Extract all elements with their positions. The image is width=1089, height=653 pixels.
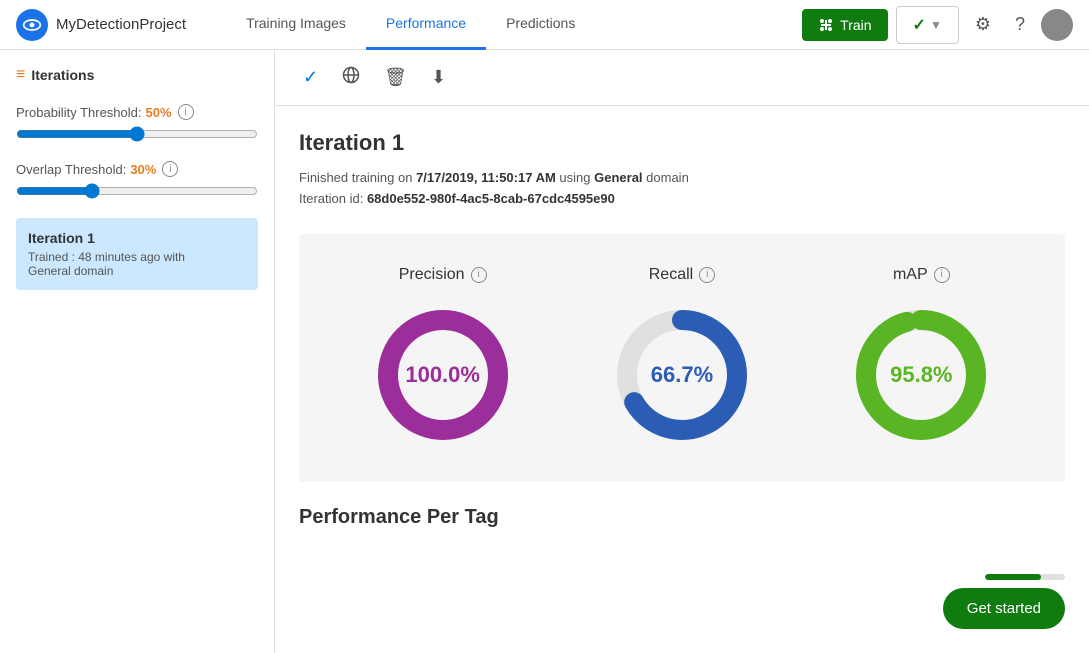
layers-icon: ≡ bbox=[16, 66, 25, 84]
get-started-container: Get started bbox=[943, 574, 1065, 629]
tab-performance[interactable]: Performance bbox=[366, 0, 486, 50]
settings-button[interactable]: ⚙ bbox=[967, 6, 999, 43]
header-actions: Train ✓ ▼ ⚙ ? bbox=[802, 6, 1073, 44]
map-value: 95.8% bbox=[890, 362, 952, 388]
app-logo-icon bbox=[16, 9, 48, 41]
delete-icon[interactable]: 🗑 bbox=[380, 63, 411, 92]
overlap-threshold-slider[interactable] bbox=[16, 183, 258, 199]
probability-threshold-section: Probability Threshold: 50% i bbox=[16, 104, 258, 145]
probability-threshold-label: Probability Threshold: 50% i bbox=[16, 104, 258, 120]
iteration-list-item[interactable]: Iteration 1 Trained : 48 minutes ago wit… bbox=[16, 218, 258, 290]
settings-icon: ⚙ bbox=[975, 14, 991, 34]
nav-tabs: Training Images Performance Predictions bbox=[226, 0, 802, 50]
map-title: mAP i bbox=[893, 266, 950, 284]
recall-info-icon[interactable]: i bbox=[699, 267, 715, 283]
overlap-threshold-label: Overlap Threshold: 30% i bbox=[16, 161, 258, 177]
user-avatar[interactable] bbox=[1041, 9, 1073, 41]
iteration-detail: Iteration 1 Finished training on 7/17/20… bbox=[275, 106, 1089, 553]
iteration-detail-title: Iteration 1 bbox=[299, 130, 1065, 156]
publish-icon[interactable]: ✓ bbox=[299, 63, 322, 92]
perf-per-tag-title: Performance Per Tag bbox=[299, 506, 1065, 529]
main-layout: ≡ Iterations Probability Threshold: 50% … bbox=[0, 50, 1089, 653]
project-name: MyDetectionProject bbox=[56, 16, 186, 33]
overlap-threshold-section: Overlap Threshold: 30% i bbox=[16, 161, 258, 202]
get-started-progress-fill bbox=[985, 574, 1041, 580]
logo-area: MyDetectionProject bbox=[16, 9, 186, 41]
precision-card: Precision i 100.0% bbox=[368, 266, 518, 450]
probability-threshold-slider[interactable] bbox=[16, 126, 258, 142]
iterations-label: Iterations bbox=[31, 67, 94, 83]
overlap-threshold-value: 30% bbox=[130, 162, 156, 177]
metrics-row: Precision i 100.0% bbox=[323, 266, 1041, 450]
globe-icon[interactable] bbox=[338, 62, 364, 93]
precision-donut: 100.0% bbox=[368, 300, 518, 450]
recall-donut: 66.7% bbox=[607, 300, 757, 450]
recall-card: Recall i 66.7% bbox=[607, 266, 757, 450]
content-area: ✓ 🗑 ⬇ Iteration 1 Finished training on 7… bbox=[275, 50, 1089, 653]
overlap-info-icon[interactable]: i bbox=[162, 161, 178, 177]
precision-title: Precision i bbox=[399, 266, 487, 284]
precision-info-icon[interactable]: i bbox=[471, 267, 487, 283]
train-button[interactable]: Train bbox=[802, 9, 887, 41]
tab-predictions[interactable]: Predictions bbox=[486, 0, 595, 50]
check-dropdown-icon: ▼ bbox=[930, 18, 942, 32]
get-started-button[interactable]: Get started bbox=[943, 588, 1065, 629]
train-button-label: Train bbox=[840, 17, 871, 33]
get-started-progress-bar bbox=[985, 574, 1065, 580]
sidebar-title: ≡ Iterations bbox=[16, 66, 258, 84]
iteration-meta: Finished training on 7/17/2019, 11:50:17… bbox=[299, 168, 1065, 210]
probability-info-icon[interactable]: i bbox=[178, 104, 194, 120]
sidebar: ≡ Iterations Probability Threshold: 50% … bbox=[0, 50, 275, 653]
precision-value: 100.0% bbox=[405, 362, 480, 388]
content-toolbar: ✓ 🗑 ⬇ bbox=[275, 50, 1089, 106]
download-icon[interactable]: ⬇ bbox=[427, 63, 450, 92]
map-donut: 95.8% bbox=[846, 300, 996, 450]
recall-value: 66.7% bbox=[651, 362, 713, 388]
iteration-item-title: Iteration 1 bbox=[28, 230, 246, 246]
check-button[interactable]: ✓ ▼ bbox=[896, 6, 959, 44]
check-icon: ✓ bbox=[913, 15, 926, 35]
train-icon bbox=[818, 17, 834, 33]
header: MyDetectionProject Training Images Perfo… bbox=[0, 0, 1089, 50]
tab-training-images[interactable]: Training Images bbox=[226, 0, 366, 50]
help-button[interactable]: ? bbox=[1007, 6, 1033, 43]
help-icon: ? bbox=[1015, 14, 1025, 34]
recall-title: Recall i bbox=[649, 266, 715, 284]
map-info-icon[interactable]: i bbox=[934, 267, 950, 283]
metrics-section: Precision i 100.0% bbox=[299, 234, 1065, 482]
map-card: mAP i 95.8% bbox=[846, 266, 996, 450]
probability-threshold-value: 50% bbox=[146, 105, 172, 120]
iteration-item-desc: Trained : 48 minutes ago with General do… bbox=[28, 250, 246, 278]
